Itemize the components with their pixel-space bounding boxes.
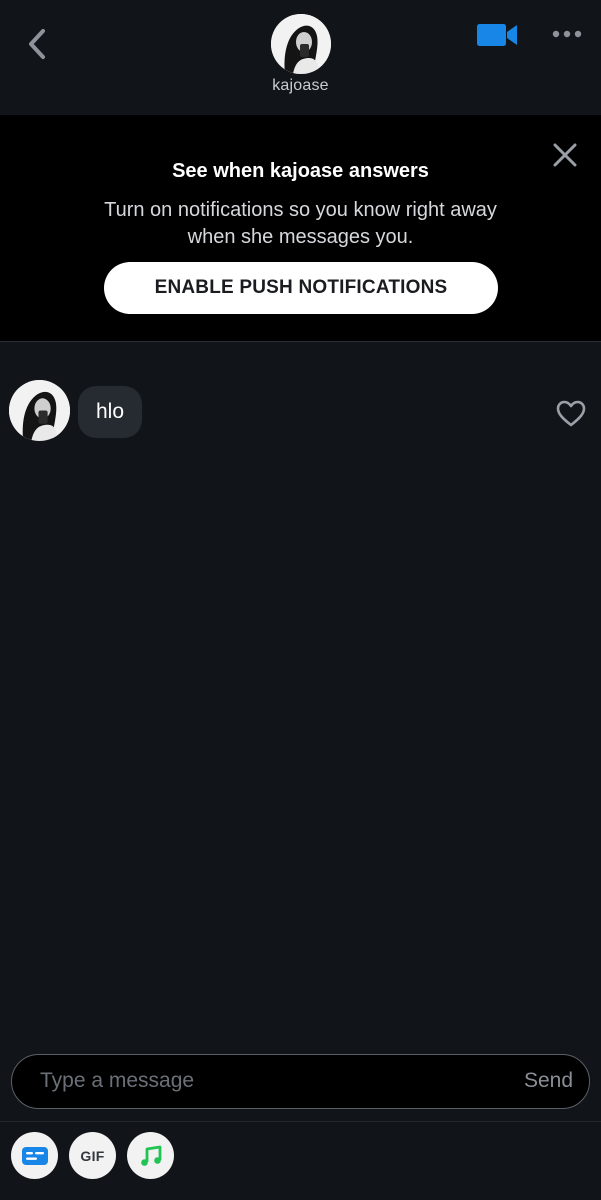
back-chevron-icon	[29, 29, 45, 59]
like-message-button[interactable]	[554, 396, 588, 430]
header-username[interactable]: kajoase	[0, 77, 601, 95]
message-bubble[interactable]: hlo	[78, 386, 143, 438]
heart-icon	[556, 400, 586, 426]
sticker-card-icon	[21, 1146, 48, 1165]
gif-icon: GIF	[80, 1147, 105, 1164]
header-avatar[interactable]	[271, 14, 331, 74]
gif-button[interactable]: GIF	[69, 1132, 116, 1179]
message-input[interactable]	[40, 1055, 480, 1107]
music-button[interactable]	[127, 1132, 174, 1179]
sticker-button[interactable]	[11, 1132, 58, 1179]
video-camera-icon	[477, 24, 517, 46]
video-call-button[interactable]	[474, 20, 520, 50]
toolbar-divider	[0, 1121, 601, 1122]
profile-photo-icon	[9, 380, 70, 441]
send-button[interactable]: Send	[524, 1055, 573, 1107]
more-dots-icon	[552, 30, 582, 38]
profile-photo-icon	[271, 14, 331, 74]
message-composer: Send	[11, 1054, 590, 1109]
message-avatar[interactable]	[9, 380, 70, 441]
back-button[interactable]	[18, 24, 54, 64]
more-options-button[interactable]	[548, 22, 586, 46]
banner-text: Turn on notifications so you know right …	[104, 199, 497, 248]
chat-header: kajoase	[0, 0, 601, 115]
enable-push-notifications-button[interactable]: ENABLE PUSH NOTIFICATIONS	[104, 262, 498, 314]
chat-screen: kajoase See when kajoase answers Turn on…	[0, 0, 601, 1200]
music-note-icon	[140, 1145, 161, 1166]
banner-title: See when kajoase answers	[172, 160, 429, 182]
